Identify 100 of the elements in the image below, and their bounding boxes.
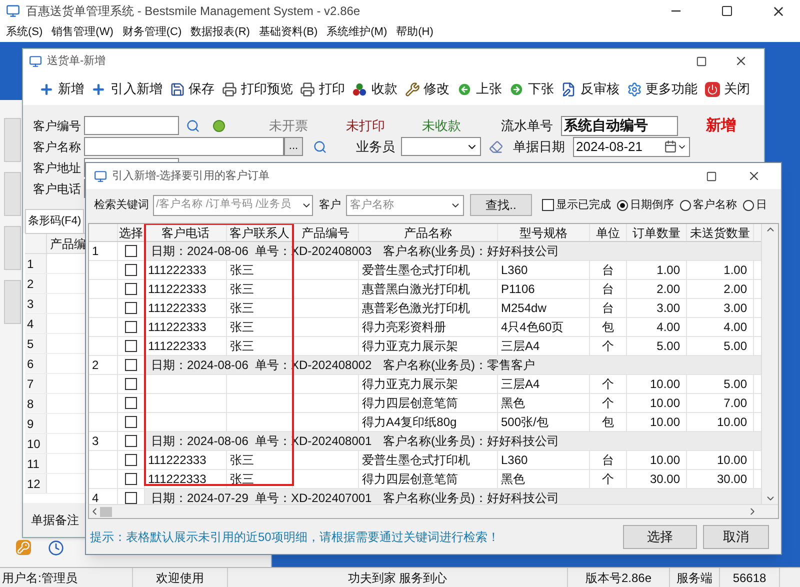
row-number: 5 [25, 334, 47, 353]
invoice-status: 未开票 [269, 116, 309, 135]
field-label: 客户编号 [33, 118, 82, 134]
eraser-icon[interactable] [489, 140, 503, 154]
toolbar-button[interactable]: 修改 [404, 79, 450, 99]
field-label: 客户地址 [33, 160, 82, 176]
sort-radio[interactable]: 日 [743, 196, 767, 214]
maximize-button[interactable] [696, 56, 707, 66]
toolbar-button[interactable]: 收款 [352, 79, 398, 99]
dialog-title: 引入新增-选择要引用的客户订单 [112, 168, 270, 184]
checkbox[interactable] [125, 454, 137, 466]
row-number: 1 [89, 242, 118, 260]
checkbox[interactable] [125, 378, 137, 390]
table-cell: 得力四层创意笔筒 [359, 394, 498, 412]
serial-field[interactable]: 系统自动编号 [561, 116, 678, 136]
table-cell: 三层A4 [498, 375, 590, 393]
horizontal-scrollbar[interactable] [89, 504, 778, 518]
key-icon[interactable] [16, 540, 31, 555]
checkbox[interactable] [125, 321, 137, 333]
menu-item[interactable]: 数据报表(R) [188, 24, 253, 40]
browse-button[interactable]: ... [284, 137, 303, 156]
maximize-button[interactable] [721, 5, 733, 17]
maximize-button[interactable] [706, 170, 717, 182]
search-icon[interactable] [313, 140, 327, 154]
column-header: 选择 [118, 224, 145, 241]
window-title: 送货单-新增 [47, 54, 106, 69]
field-label: 业务员 [356, 138, 396, 156]
calendar-icon[interactable] [664, 140, 677, 153]
sidebar-tile[interactable] [4, 172, 21, 216]
menu-item[interactable]: 销售管理(W) [48, 24, 116, 40]
toolbar-button[interactable]: 打印预览 [222, 79, 293, 99]
sidebar-tile[interactable] [4, 280, 21, 324]
checkbox[interactable] [125, 302, 137, 314]
menu-item[interactable]: 财务管理(C) [119, 24, 185, 40]
scrollbar-thumb[interactable] [100, 506, 112, 516]
sidebar-tile[interactable] [4, 226, 21, 270]
menu-item[interactable]: 系统(S) [3, 24, 46, 40]
table-cell: 30.00 [627, 470, 687, 488]
clock-icon[interactable] [48, 540, 64, 556]
mode-label: 新增 [706, 115, 736, 136]
table-cell: M254dw [498, 299, 590, 317]
close-button[interactable] [747, 169, 761, 183]
close-button[interactable] [734, 54, 748, 68]
status-text: 版本号2.86e [568, 568, 670, 587]
show-done-checkbox[interactable]: 显示已完成 [542, 196, 611, 214]
table-cell: L360 [498, 261, 590, 279]
table-cell: 包 [590, 318, 627, 336]
checkbox[interactable] [125, 264, 137, 276]
date-field[interactable]: 2024-08-21 [573, 136, 690, 156]
checkbox[interactable] [125, 283, 137, 295]
toolbar-button[interactable]: 反审核 [561, 79, 620, 99]
menu-item[interactable]: 基础资料(B) [256, 24, 321, 40]
table-cell: 5.00 [687, 375, 754, 393]
toolbar-button[interactable]: 关闭 [704, 79, 750, 99]
table-cell: 5.00 [687, 337, 754, 355]
sidebar-tile[interactable] [4, 118, 21, 162]
search-icon[interactable] [186, 118, 200, 132]
toolbar-button[interactable]: 新增 [39, 79, 84, 99]
checkbox[interactable] [125, 416, 137, 428]
checkbox[interactable] [542, 199, 554, 211]
toolbar-button[interactable]: 上张 [456, 79, 502, 99]
toolbar-button[interactable]: 更多功能 [626, 79, 698, 99]
toolbar-button[interactable]: 打印 [300, 79, 346, 99]
row-number: 1 [25, 254, 47, 273]
row-number: 6 [25, 354, 47, 373]
checkbox[interactable] [125, 245, 137, 257]
row-number: 2 [25, 274, 47, 293]
keyword-select[interactable]: /客户名称 /订单号码 /业务员 [153, 194, 313, 216]
cancel-button[interactable]: 取消 [703, 524, 769, 548]
checkbox[interactable] [125, 435, 137, 447]
salesperson-select[interactable] [401, 137, 481, 156]
row-number: 8 [25, 394, 47, 413]
checkbox[interactable] [125, 492, 137, 504]
radio-button[interactable] [617, 200, 628, 210]
menu-item[interactable]: 系统维护(M) [324, 24, 390, 40]
sort-radio[interactable]: 日期倒序 [617, 196, 674, 214]
customer-name-field[interactable] [84, 137, 284, 156]
sort-radio[interactable]: 客户名称 [680, 196, 737, 214]
customer-select[interactable]: 客户名称 [346, 194, 464, 216]
find-button[interactable]: 查找.. [470, 194, 532, 216]
customer-code-field[interactable] [84, 116, 179, 135]
table-cell: 30.00 [687, 470, 754, 488]
table-cell: 3.00 [687, 299, 754, 317]
toolbar-button[interactable]: 引入新增 [91, 79, 162, 99]
table-cell: 5.00 [627, 337, 687, 355]
tab[interactable]: 条形码(F4) [25, 209, 84, 233]
vertical-scrollbar[interactable] [761, 224, 778, 504]
menu-item[interactable]: 帮助(H) [393, 24, 436, 40]
checkbox[interactable] [125, 340, 137, 352]
checkbox[interactable] [125, 473, 137, 485]
row-number: 9 [25, 414, 47, 433]
toolbar-button[interactable]: 保存 [170, 79, 215, 99]
status-text: 56618 [720, 568, 780, 587]
radio-button[interactable] [743, 200, 754, 210]
checkbox[interactable] [125, 359, 137, 371]
table-cell: 惠普黑白激光打印机 [359, 280, 498, 298]
radio-button[interactable] [680, 200, 691, 210]
checkbox[interactable] [125, 397, 137, 409]
toolbar-button[interactable]: 下张 [509, 79, 554, 99]
select-button[interactable]: 选择 [623, 524, 697, 548]
